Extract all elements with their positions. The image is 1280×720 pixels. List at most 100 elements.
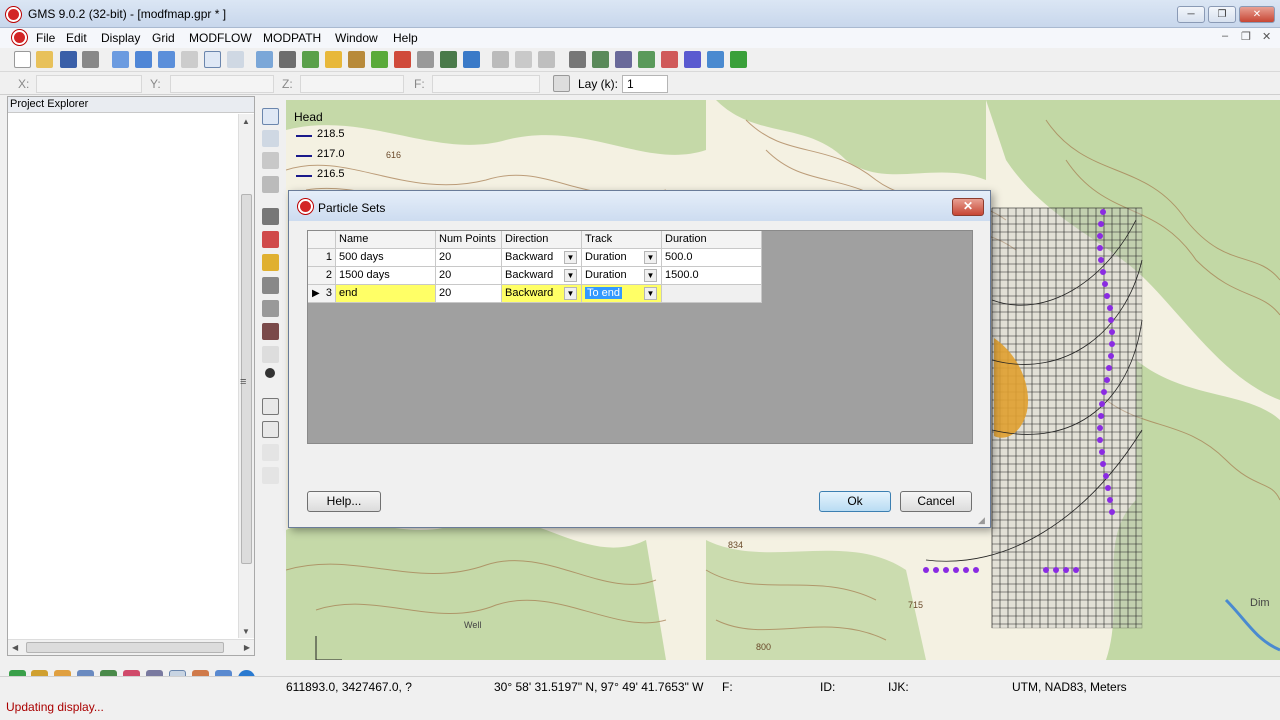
duration-cell[interactable]: 1500.0 bbox=[662, 267, 762, 285]
scroll-down-icon[interactable]: ▼ bbox=[242, 627, 250, 636]
select-cell-tool-icon[interactable] bbox=[262, 208, 279, 225]
grid-display-icon[interactable] bbox=[394, 51, 411, 68]
f-field[interactable] bbox=[432, 75, 540, 93]
open-icon[interactable] bbox=[36, 51, 53, 68]
num-points-cell[interactable]: 20 bbox=[436, 267, 502, 285]
num-points-cell[interactable]: 20 bbox=[436, 285, 502, 303]
close-button[interactable]: ✕ bbox=[1239, 6, 1275, 23]
color-ramp-icon[interactable] bbox=[371, 51, 388, 68]
num-points-cell[interactable]: 20 bbox=[436, 249, 502, 267]
track-dropdown[interactable]: To end ▼ bbox=[582, 285, 662, 303]
name-cell[interactable]: 500 days bbox=[336, 249, 436, 267]
direction-dropdown[interactable]: Backward ▼ bbox=[502, 267, 582, 285]
select-objects-icon[interactable] bbox=[538, 51, 555, 68]
display-options-icon[interactable] bbox=[279, 51, 296, 68]
row-tool-icon[interactable] bbox=[262, 421, 279, 438]
scroll-right-icon[interactable]: ▶ bbox=[244, 643, 250, 652]
select-tool-icon[interactable] bbox=[262, 108, 279, 125]
document-icon[interactable] bbox=[12, 30, 27, 45]
save-icon[interactable] bbox=[60, 51, 77, 68]
lightbulb-icon[interactable] bbox=[325, 51, 342, 68]
menu-help[interactable]: Help bbox=[393, 31, 418, 45]
select-cells-icon[interactable] bbox=[492, 51, 509, 68]
direction-dropdown[interactable]: Backward ▼ bbox=[502, 249, 582, 267]
dropdown-arrow-icon[interactable]: ▼ bbox=[564, 287, 577, 300]
dropdown-arrow-icon[interactable]: ▼ bbox=[564, 269, 577, 282]
scroll-left-icon[interactable]: ◀ bbox=[12, 643, 18, 652]
resize-grip-icon[interactable]: ◢ bbox=[978, 515, 988, 525]
scroll-up-icon[interactable]: ▲ bbox=[242, 117, 250, 126]
track-dropdown[interactable]: Duration ▼ bbox=[582, 267, 662, 285]
x-field[interactable] bbox=[36, 75, 142, 93]
menu-file[interactable]: File bbox=[36, 31, 55, 45]
dropdown-arrow-icon[interactable]: ▼ bbox=[564, 251, 577, 264]
column-header-direction[interactable]: Direction bbox=[502, 231, 582, 249]
column-header-num-points[interactable]: Num Points bbox=[436, 231, 502, 249]
print-icon[interactable] bbox=[82, 51, 99, 68]
row-number-current[interactable]: ▶ 3 bbox=[308, 285, 336, 303]
z-field[interactable] bbox=[300, 75, 404, 93]
layer-spinner[interactable]: 1 bbox=[622, 75, 668, 93]
column-tool-icon[interactable] bbox=[262, 444, 279, 461]
select-nodes-icon[interactable] bbox=[515, 51, 532, 68]
select-ij-tool-icon[interactable] bbox=[262, 277, 279, 294]
dropdown-arrow-icon[interactable]: ▼ bbox=[644, 287, 657, 300]
box-view-icon[interactable] bbox=[112, 51, 129, 68]
column-header-duration[interactable]: Duration bbox=[662, 231, 762, 249]
menu-edit[interactable]: Edit bbox=[66, 31, 87, 45]
box-front-icon[interactable] bbox=[135, 51, 152, 68]
select-column-tool-icon[interactable] bbox=[262, 346, 279, 363]
y-field[interactable] bbox=[170, 75, 274, 93]
ok-button[interactable]: Ok bbox=[819, 491, 891, 512]
maximize-button[interactable]: ❐ bbox=[1208, 6, 1236, 23]
well-icon[interactable] bbox=[615, 51, 632, 68]
track-dropdown[interactable]: Duration ▼ bbox=[582, 249, 662, 267]
row-number[interactable]: 2 bbox=[308, 267, 336, 285]
duration-cell[interactable]: 500.0 bbox=[662, 249, 762, 267]
menu-modflow[interactable]: MODFLOW bbox=[189, 31, 252, 45]
minimize-button[interactable]: ─ bbox=[1177, 6, 1205, 23]
new-icon[interactable] bbox=[14, 51, 31, 68]
dialog-close-button[interactable]: ✕ bbox=[952, 198, 984, 216]
column-header-name[interactable]: Name bbox=[336, 231, 436, 249]
row-number[interactable]: 1 bbox=[308, 249, 336, 267]
layer-icon[interactable] bbox=[553, 75, 570, 92]
menu-display[interactable]: Display bbox=[101, 31, 140, 45]
cross-section-tool-icon[interactable] bbox=[262, 398, 279, 415]
menu-window[interactable]: Window bbox=[335, 31, 378, 45]
select-ik-tool-icon[interactable] bbox=[262, 323, 279, 340]
menu-grid[interactable]: Grid bbox=[152, 31, 175, 45]
menu-modpath[interactable]: MODPATH bbox=[263, 31, 321, 45]
particle-icon[interactable] bbox=[592, 51, 609, 68]
run-modpath-icon[interactable] bbox=[730, 51, 747, 68]
name-cell[interactable]: end bbox=[336, 285, 436, 303]
river-icon[interactable] bbox=[707, 51, 724, 68]
boundary-icon[interactable] bbox=[638, 51, 655, 68]
build-grid-icon[interactable] bbox=[569, 51, 586, 68]
mdi-close-button[interactable]: ✕ bbox=[1262, 30, 1271, 43]
splitter-grip-icon[interactable]: ≡ bbox=[240, 376, 246, 388]
mdi-restore-button[interactable]: ❐ bbox=[1241, 30, 1251, 43]
help-button[interactable]: Help... bbox=[307, 491, 381, 512]
select-jk-tool-icon[interactable] bbox=[262, 300, 279, 317]
measure-tool-icon[interactable] bbox=[262, 176, 279, 193]
zoom-icon[interactable] bbox=[227, 51, 244, 68]
mdi-minimize-button[interactable]: – bbox=[1222, 30, 1228, 42]
recharge-icon[interactable] bbox=[661, 51, 678, 68]
frame-icon[interactable] bbox=[256, 51, 273, 68]
contour-options-icon[interactable] bbox=[348, 51, 365, 68]
zoom-tool-icon[interactable] bbox=[262, 130, 279, 147]
box-side-icon[interactable] bbox=[158, 51, 175, 68]
direction-dropdown[interactable]: Backward ▼ bbox=[502, 285, 582, 303]
dropdown-arrow-icon[interactable]: ▼ bbox=[644, 269, 657, 282]
drain-icon[interactable] bbox=[684, 51, 701, 68]
box-oblique-icon[interactable] bbox=[181, 51, 198, 68]
create-particle-tool-icon[interactable] bbox=[265, 368, 275, 378]
globe-icon[interactable] bbox=[463, 51, 480, 68]
refresh-icon[interactable] bbox=[302, 51, 319, 68]
explorer-horizontal-scrollbar[interactable]: ◀ ▶ bbox=[8, 639, 254, 655]
select-layer-tool-icon[interactable] bbox=[262, 254, 279, 271]
pan-icon[interactable] bbox=[204, 51, 221, 68]
cancel-button[interactable]: Cancel bbox=[900, 491, 972, 512]
explorer-hscroll-thumb[interactable] bbox=[26, 642, 224, 653]
